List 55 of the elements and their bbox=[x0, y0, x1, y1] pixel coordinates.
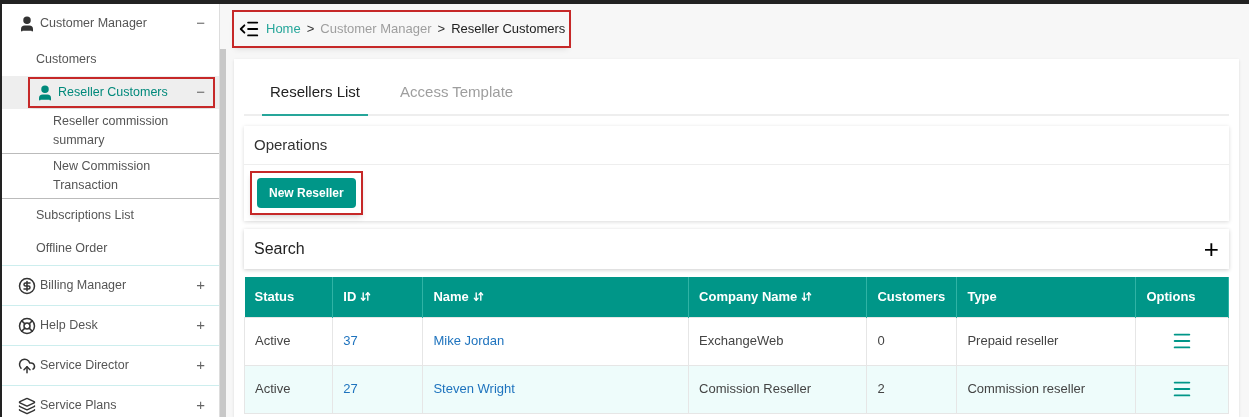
person-icon bbox=[36, 83, 54, 102]
lifebuoy-icon bbox=[18, 316, 36, 335]
toggle-sign[interactable]: + bbox=[196, 274, 205, 297]
toggle-sign[interactable]: − bbox=[196, 81, 205, 104]
column-header[interactable]: Type bbox=[956, 277, 1136, 317]
new-reseller-button[interactable]: New Reseller bbox=[257, 178, 356, 208]
breadcrumb-item: Reseller Customers bbox=[451, 20, 566, 39]
sidebar-item[interactable]: Reseller commission summary bbox=[53, 112, 205, 150]
sidebar-item[interactable]: Customer Manager − bbox=[18, 12, 205, 35]
sort-icon[interactable] bbox=[472, 291, 484, 303]
layers-icon bbox=[18, 396, 36, 415]
sidebar-item[interactable]: Subscriptions List bbox=[36, 206, 205, 225]
breadcrumb-item[interactable]: Home bbox=[266, 19, 301, 39]
toggle-sign[interactable]: + bbox=[196, 314, 205, 337]
sort-icon[interactable] bbox=[801, 291, 813, 303]
breadcrumb-separator: > bbox=[437, 20, 446, 39]
sidebar-item[interactable]: Customers bbox=[36, 50, 205, 69]
toggle-sign[interactable]: + bbox=[196, 354, 205, 377]
table-cell: Commission reseller bbox=[956, 365, 1136, 413]
table-cell: 2 bbox=[866, 365, 957, 413]
sidebar-item[interactable]: Billing Manager + bbox=[18, 274, 205, 297]
table-cell: Prepaid reseller bbox=[956, 317, 1136, 365]
card-title: Search bbox=[254, 239, 305, 259]
sidebar-item[interactable]: Service Plans + bbox=[18, 394, 205, 417]
column-header[interactable]: Status bbox=[244, 277, 333, 317]
expand-sign[interactable]: + bbox=[1203, 238, 1219, 260]
sort-icon[interactable] bbox=[360, 291, 372, 303]
tab[interactable]: Resellers List bbox=[262, 71, 369, 116]
table-cell: Steven Wright bbox=[422, 365, 689, 413]
table-cell: 37 bbox=[332, 317, 423, 365]
sidebar-item[interactable]: Help Desk + bbox=[18, 314, 205, 337]
table-cell: Active bbox=[244, 365, 333, 413]
sidebar-item[interactable]: Offline Order bbox=[36, 239, 205, 258]
sidebar-item[interactable]: Service Director + bbox=[18, 354, 205, 377]
search-card[interactable]: Search + bbox=[244, 229, 1229, 269]
breadcrumb-item: Customer Manager bbox=[320, 20, 432, 39]
table-cell: Comission Reseller bbox=[688, 365, 867, 413]
breadcrumb-separator: > bbox=[306, 20, 315, 39]
column-header[interactable]: Name bbox=[422, 277, 689, 317]
table-cell: 27 bbox=[332, 365, 423, 413]
sidebar-item[interactable]: New Commission Transaction bbox=[53, 157, 205, 195]
column-header[interactable]: Customers bbox=[866, 277, 957, 317]
table-cell: 0 bbox=[866, 317, 957, 365]
column-header[interactable]: Company Name bbox=[688, 277, 867, 317]
person-icon bbox=[18, 14, 36, 33]
table-cell: ExchangeWeb bbox=[688, 317, 867, 365]
table-cell: Active bbox=[244, 317, 333, 365]
column-header[interactable]: ID bbox=[332, 277, 423, 317]
toggle-sign[interactable]: + bbox=[196, 394, 205, 417]
cloud-icon bbox=[18, 356, 36, 375]
dollar-icon bbox=[18, 276, 36, 295]
toggle-sign[interactable]: − bbox=[196, 12, 205, 35]
card-title: Operations bbox=[244, 125, 1229, 165]
column-header[interactable]: Options bbox=[1135, 277, 1229, 317]
table-cell: Mike Jordan bbox=[422, 317, 689, 365]
